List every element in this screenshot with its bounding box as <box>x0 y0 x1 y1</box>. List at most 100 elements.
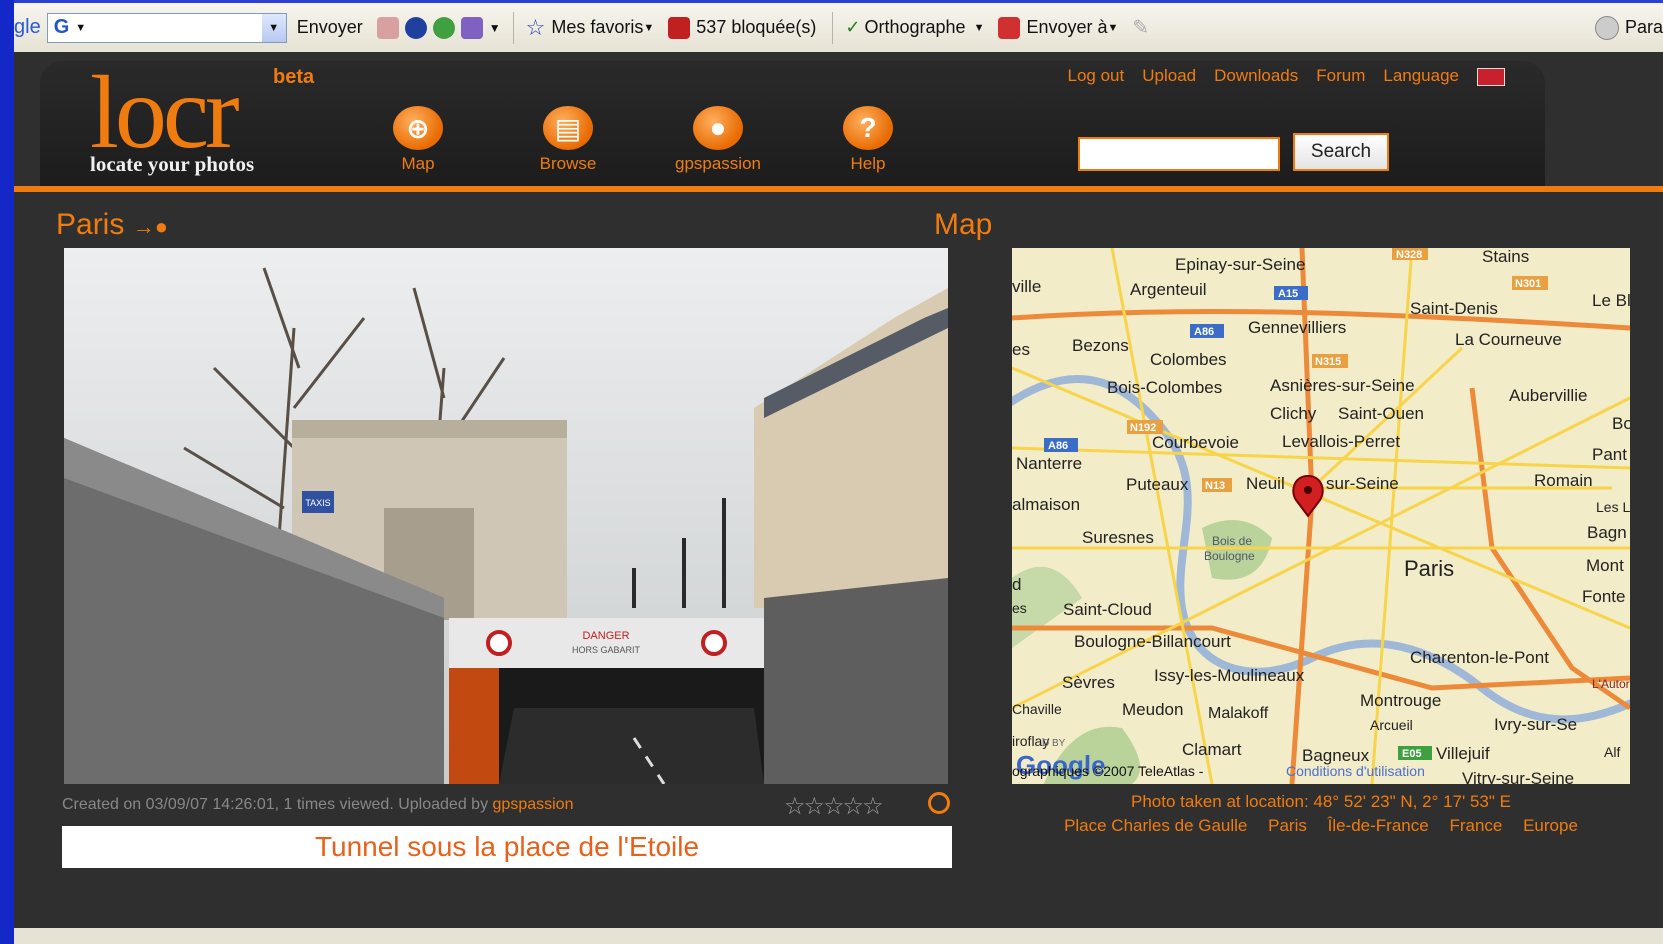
road-badge-a15: A15 <box>1278 288 1298 300</box>
rating-stars[interactable]: ☆☆☆☆☆ <box>784 792 884 821</box>
road-badge-n192: N192 <box>1130 422 1156 434</box>
pen-icon[interactable]: ✎ <box>1132 15 1149 40</box>
upload-link[interactable]: Upload <box>1142 66 1196 86</box>
forum-link[interactable]: Forum <box>1316 66 1365 86</box>
photo-meta: Created on 03/09/07 14:26:01, 1 times vi… <box>62 796 573 814</box>
send-label: Envoyer <box>296 17 363 37</box>
top-links: Log out Upload Downloads Forum Language <box>1068 66 1505 86</box>
map-label-meudon: Meudon <box>1122 700 1183 719</box>
map-label-pant: Pant <box>1592 445 1627 464</box>
map-label-epinay: Epinay-sur-Seine <box>1175 255 1305 274</box>
toolbar-divider <box>832 11 834 44</box>
nav-map-label: Map <box>401 154 435 173</box>
search-input[interactable] <box>1078 137 1280 171</box>
settings-radio-icon <box>1594 15 1619 40</box>
clearance-sign: HORS GABARIT <box>572 645 641 655</box>
uploader-link[interactable]: gpspassion <box>493 796 574 813</box>
arrow-globe-icon[interactable]: →● <box>133 214 168 239</box>
place-link-europe[interactable]: Europe <box>1523 816 1578 835</box>
map-label-ivry: Ivry-sur-Se <box>1494 715 1577 734</box>
map-label-aubervillie: Aubervillie <box>1509 386 1587 405</box>
tunnel-photo: DANGER HORS GABARIT TAXIS <box>64 248 948 784</box>
road-badge-a86-west: A86 <box>1048 440 1068 452</box>
map-label-puteaux: Puteaux <box>1126 475 1189 494</box>
photo-caption: Tunnel sous la place de l'Etoile <box>62 826 952 868</box>
params-button[interactable]: Para <box>1594 15 1663 40</box>
map-label-boulogne-bois: Boulogne <box>1204 549 1255 563</box>
spellcheck-icon: ✓ <box>845 17 861 37</box>
road-badge-a86-north: A86 <box>1194 326 1214 338</box>
map-label-bezons: Bezons <box>1072 336 1129 355</box>
send-to-button[interactable]: Envoyer à ▼ <box>998 16 1118 39</box>
google-menu-arrow-icon[interactable]: ▼ <box>75 22 86 34</box>
google-logo: gle <box>14 16 41 38</box>
place-link-charles-de-gaulle[interactable]: Place Charles de Gaulle <box>1064 816 1247 835</box>
map-label-sevres: Sèvres <box>1062 673 1115 692</box>
favorites-button[interactable]: ☆ Mes favoris ▼ <box>526 15 655 41</box>
zoom-icon[interactable] <box>928 792 950 814</box>
uk-flag-icon[interactable] <box>1477 68 1505 86</box>
map-label-saint-denis: Saint-Denis <box>1410 299 1498 318</box>
blocked-count: 537 bloquée(s) <box>696 17 817 37</box>
puzzle-icon[interactable] <box>460 16 483 39</box>
downloads-link[interactable]: Downloads <box>1214 66 1298 86</box>
locr-logo[interactable]: locr <box>90 61 240 165</box>
spellcheck-button[interactable]: ✓ Orthographe ▼ <box>845 17 984 38</box>
logout-link[interactable]: Log out <box>1068 66 1125 86</box>
map-label-bois-de: Bois de <box>1212 534 1252 548</box>
send-button[interactable]: Envoyer <box>297 17 363 38</box>
globe-icon: ⊕ <box>393 106 443 150</box>
road-badge-n328: N328 <box>1396 249 1422 261</box>
map-label-almaison: almaison <box>1012 495 1080 514</box>
nav-browse[interactable]: ▤ Browse <box>513 106 623 174</box>
send-to-icon <box>998 16 1021 39</box>
chevron-down-icon[interactable]: ▼ <box>261 13 286 42</box>
beta-badge: beta <box>273 66 315 88</box>
map-label-clichy: Clichy <box>1270 404 1317 423</box>
swirl-icon[interactable] <box>432 16 455 39</box>
nav-map[interactable]: ⊕ Map <box>363 106 473 174</box>
chevron-down-icon: ▼ <box>973 21 985 34</box>
map-label-saint-ouen: Saint-Ouen <box>1338 404 1424 423</box>
map-view[interactable]: Epinay-sur-Seine Argenteuil Stains Saint… <box>1012 248 1630 784</box>
nav-browse-label: Browse <box>539 154 597 173</box>
place-link-paris[interactable]: Paris <box>1268 816 1307 835</box>
map-label-es2: es <box>1012 600 1027 616</box>
google-search-box[interactable]: G ▼ ▼ <box>46 12 287 43</box>
map-label-saint-cloud: Saint-Cloud <box>1063 600 1152 619</box>
params-label: Para <box>1624 17 1663 37</box>
map-label-stains: Stains <box>1482 248 1529 266</box>
site-header: locr beta locate your photos ⊕ Map ▤ Bro… <box>40 61 1545 189</box>
globe-icon[interactable] <box>404 16 427 39</box>
map-label-suresnes: Suresnes <box>1082 528 1154 547</box>
language-link[interactable]: Language <box>1383 66 1459 86</box>
map-label-argenteuil: Argenteuil <box>1130 280 1207 299</box>
photo-title-text: Paris <box>56 208 125 241</box>
nav-user[interactable]: ● gpspassion <box>663 106 773 174</box>
map-terms-link[interactable]: Conditions d'utilisation <box>1286 763 1425 779</box>
nav-help[interactable]: ? Help <box>813 106 923 174</box>
map-label-montrouge: Montrouge <box>1360 691 1441 710</box>
photo-title: Paris →● <box>56 208 168 242</box>
map-label-la-courneuve: La Courneuve <box>1455 330 1562 349</box>
map-label-alf: Alf <box>1604 744 1620 760</box>
toolbar-divider <box>512 11 514 44</box>
photo-location: Photo taken at location: 48° 52' 23" N, … <box>1131 792 1511 811</box>
mail-icon[interactable] <box>376 16 399 39</box>
chevron-down-icon[interactable]: ▼ <box>489 21 501 35</box>
place-link-france[interactable]: France <box>1449 816 1502 835</box>
map-label-asnieres: Asnières-sur-Seine <box>1270 376 1415 395</box>
map-label-romain: Romain <box>1534 471 1593 490</box>
popup-blocker-button[interactable]: 537 bloquée(s) <box>668 16 817 39</box>
map-label-neuilly-b: sur-Seine <box>1326 474 1399 493</box>
map-label-villejuif: Villejuif <box>1436 744 1490 763</box>
search-button[interactable]: Search <box>1293 133 1389 171</box>
place-link-ile-de-france[interactable]: Île-de-France <box>1328 816 1429 835</box>
map-label-courbevoie: Courbevoie <box>1152 433 1239 452</box>
map-label-autor: L'Autor <box>1592 677 1630 691</box>
map-label-bagr: Bagn <box>1587 523 1627 542</box>
photo-image[interactable]: DANGER HORS GABARIT TAXIS <box>64 248 948 784</box>
map-label-nanterre: Nanterre <box>1016 454 1082 473</box>
map-label-le-b: Le Bl <box>1592 291 1630 310</box>
header-divider <box>14 186 1663 192</box>
